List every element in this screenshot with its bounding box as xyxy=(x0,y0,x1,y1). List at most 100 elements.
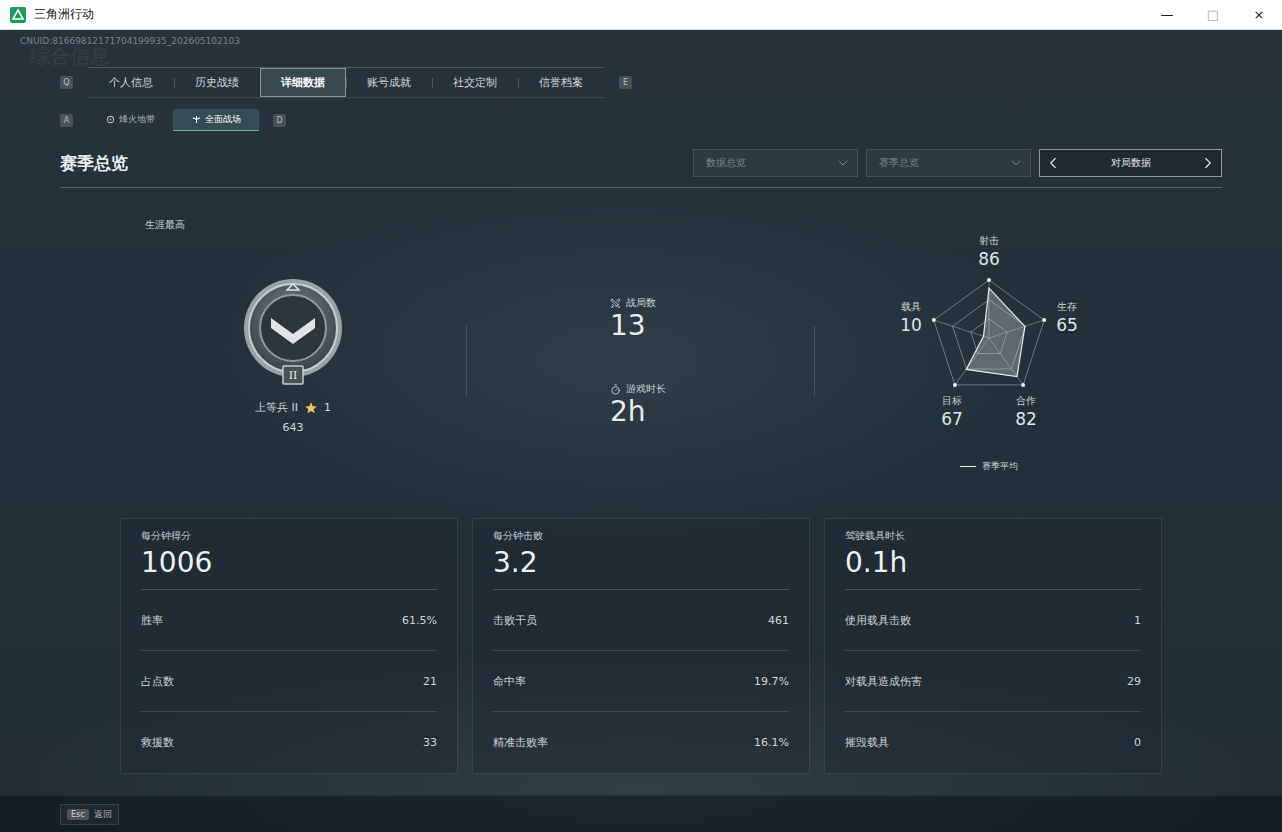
row-label: 击败干员 xyxy=(493,613,537,628)
main-tabs: 个人信息历史战绩详细数据账号成就社交定制信誉档案 xyxy=(88,67,604,98)
rank-badge-icon: II xyxy=(241,276,345,388)
row-value: 61.5% xyxy=(402,614,437,627)
card-row: 精准击败率 16.1% xyxy=(493,712,789,773)
card-value: 0.1h xyxy=(845,547,1141,579)
card-title: 每分钟得分 xyxy=(141,529,437,543)
divider xyxy=(814,326,815,396)
row-value: 1 xyxy=(1134,614,1141,627)
radar-axis-label: 载具 xyxy=(901,301,921,312)
title-bar: 三角洲行动—□× xyxy=(0,0,1282,30)
summary-label: 战局数 xyxy=(610,296,814,310)
extraction-icon xyxy=(106,115,115,124)
swords-icon xyxy=(610,298,621,309)
summary-label: 游戏时长 xyxy=(610,382,814,396)
filter-controls: 数据总览赛季总览对局数据 xyxy=(693,149,1222,177)
card-header: 每分钟击败 3.2 xyxy=(493,529,789,590)
radar-axis-label: 合作 xyxy=(1016,395,1036,406)
chevron-left-icon[interactable] xyxy=(1044,154,1062,172)
key-hint: E xyxy=(619,76,632,89)
card-row: 使用载具击败 1 xyxy=(845,590,1141,651)
row-label: 精准击败率 xyxy=(493,735,548,750)
window-control[interactable]: — xyxy=(1144,0,1190,29)
summary-value: 13 xyxy=(610,310,814,342)
window-title: 三角洲行动 xyxy=(34,6,1144,23)
stat-cards: 每分钟得分1006胜率61.5%占点数21救援数33每分钟击败3.2击败干员46… xyxy=(120,518,1162,774)
radar-axis-value: 86 xyxy=(978,249,1000,269)
game-window: 三角洲行动—□×CNUID:81669812171704199935_20260… xyxy=(0,0,1282,832)
radar-axis-value: 67 xyxy=(941,409,963,429)
back-button[interactable]: Esc返回 xyxy=(60,804,119,825)
mode-tab[interactable]: 烽火地带 xyxy=(87,109,173,131)
divider xyxy=(466,326,467,396)
row-label: 命中率 xyxy=(493,674,526,689)
radar-axis: 生存 65 xyxy=(1056,301,1078,335)
radar-grid xyxy=(934,280,1044,385)
overview: 生涯最高II上等兵 II1643战局数13游戏时长2h射击86生存65合作82目… xyxy=(60,188,1222,500)
main-tab[interactable]: 账号成就 xyxy=(346,68,432,97)
radar-spoke xyxy=(934,320,989,338)
row-value: 0 xyxy=(1134,736,1141,749)
window-control[interactable]: × xyxy=(1236,0,1282,29)
row-label: 使用载具击败 xyxy=(845,613,911,628)
row-label: 占点数 xyxy=(141,674,174,689)
page-watermark: 综合信息 xyxy=(0,46,1282,67)
section-title: 赛季总览 xyxy=(60,152,128,175)
chevron-down-icon xyxy=(1008,155,1024,171)
filter-dropdown[interactable]: 赛季总览 xyxy=(866,149,1031,177)
mode-tab-row: A烽火地带全面战场D xyxy=(0,109,1282,131)
account-id: CNUID:81669812171704199935_202605102103 xyxy=(0,30,1282,46)
radar-axis-value: 82 xyxy=(1015,409,1037,429)
radar-vertex xyxy=(953,383,957,387)
footer-bar: Esc返回 xyxy=(0,795,1282,832)
section-header: 赛季总览数据总览赛季总览对局数据 xyxy=(60,149,1222,188)
row-label: 摧毁载具 xyxy=(845,735,889,750)
chevron-down-icon xyxy=(835,155,851,171)
stopwatch-icon xyxy=(610,384,621,395)
radar-axis: 射击86 xyxy=(978,235,1000,269)
rank-name: 上等兵 II xyxy=(255,400,298,415)
row-value: 461 xyxy=(768,614,789,627)
row-value: 19.7% xyxy=(754,675,789,688)
filter-dropdown[interactable]: 数据总览 xyxy=(693,149,858,177)
card-title: 驾驶载具时长 xyxy=(845,529,1141,543)
row-value: 33 xyxy=(423,736,437,749)
main-tab[interactable]: 信誉档案 xyxy=(518,68,604,97)
summary-panel: 战局数13 游戏时长2h xyxy=(467,188,814,500)
radar-panel: 射击86生存65合作82目标67载具10赛季平均 xyxy=(815,188,1222,500)
card-title: 每分钟击败 xyxy=(493,529,789,543)
chevron-right-icon[interactable] xyxy=(1199,154,1217,172)
radar-chart: 射击86生存65合作82目标67载具10 xyxy=(869,220,1109,460)
career-label: 生涯最高 xyxy=(145,218,185,232)
radar-axis-label: 生存 xyxy=(1057,301,1077,312)
rank-group: II上等兵 II1643 xyxy=(145,276,441,434)
rank-stars: 1 xyxy=(324,401,331,414)
radar-vertex xyxy=(932,318,936,322)
card-row: 击败干员 461 xyxy=(493,590,789,651)
card-row: 命中率 19.7% xyxy=(493,651,789,712)
main-tab[interactable]: 详细数据 xyxy=(260,68,346,97)
key-hint: A xyxy=(60,114,73,127)
card-row: 胜率61.5% xyxy=(141,590,437,651)
esc-key: Esc xyxy=(67,809,89,820)
stat-card: 每分钟击败 3.2 击败干员 461 命中率 19.7% 精准击败率 16.1% xyxy=(472,518,810,774)
window-control[interactable]: □ xyxy=(1190,0,1236,29)
card-header: 驾驶载具时长 0.1h xyxy=(845,529,1141,590)
card-header: 每分钟得分1006 xyxy=(141,529,437,590)
summary-stat: 游戏时长2h xyxy=(610,382,814,428)
radar-axis: 目标67 xyxy=(941,395,963,429)
data-stepper[interactable]: 对局数据 xyxy=(1039,149,1222,177)
app-logo-icon xyxy=(10,7,26,23)
mode-tab[interactable]: 全面战场 xyxy=(173,109,259,131)
main-tab[interactable]: 个人信息 xyxy=(88,68,174,97)
row-value: 21 xyxy=(423,675,437,688)
rank-line: 上等兵 II 1 xyxy=(255,400,331,415)
main-tab[interactable]: 历史战绩 xyxy=(174,68,260,97)
radar-axis-value: 65 xyxy=(1056,315,1078,335)
row-value: 16.1% xyxy=(754,736,789,749)
radar-vertex xyxy=(1042,318,1046,322)
main-tab[interactable]: 社交定制 xyxy=(432,68,518,97)
summary-stat: 战局数13 xyxy=(610,296,814,342)
radar-vertex xyxy=(987,278,991,282)
card-value: 3.2 xyxy=(493,547,789,579)
legend-line xyxy=(960,466,976,467)
